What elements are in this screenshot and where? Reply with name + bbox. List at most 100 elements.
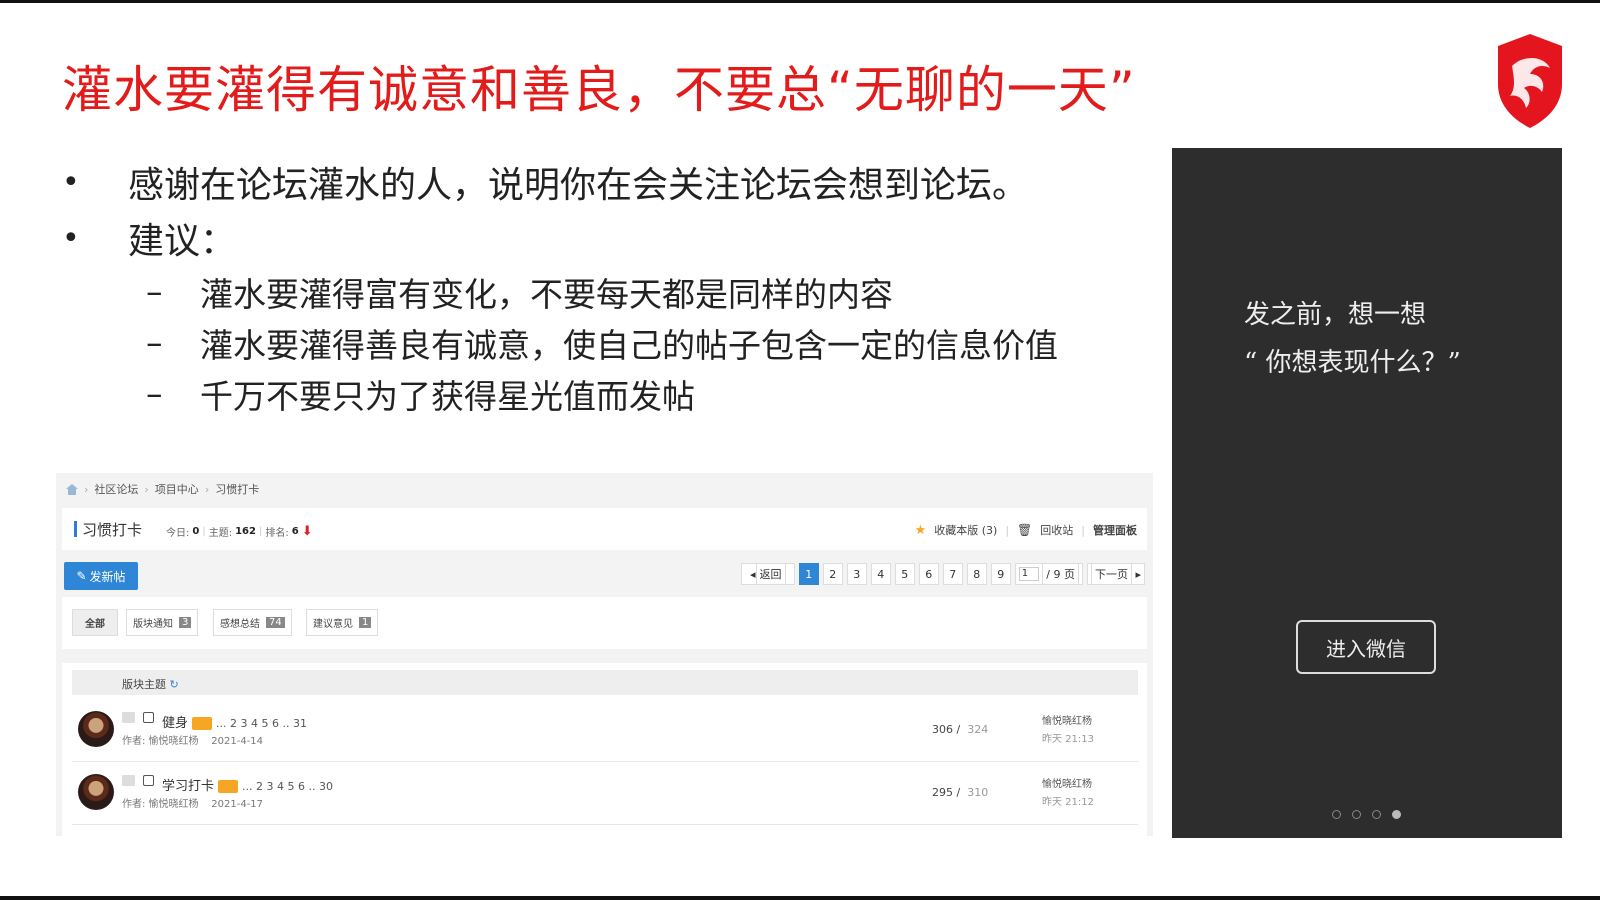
thread-pages[interactable]: ... 2 3 4 5 6 .. 31	[216, 717, 307, 730]
favorite-link[interactable]: 收藏本版 (3)	[934, 522, 997, 538]
splash-line-1: 发之前，想一想	[1244, 300, 1427, 330]
thread-meta: 作者: 愉悦晓红杨 2021-4-17	[122, 795, 263, 810]
rank-label: 排名:	[265, 528, 289, 539]
next-page-button[interactable]: 下一页 ▸	[1086, 563, 1145, 585]
filter-count: 74	[266, 617, 285, 628]
thread-title[interactable]: 学习打卡	[162, 779, 214, 794]
edit-icon: ✎	[76, 569, 87, 583]
page-button[interactable]: 7	[942, 563, 963, 585]
bullet-text: 感谢在论坛灌水的人，说明你在会关注论坛会想到论坛。	[128, 165, 1029, 206]
thread-list-header: 版块主题 ↻	[72, 670, 1138, 695]
refresh-icon[interactable]: ↻	[170, 678, 179, 691]
thread-title[interactable]: 健身	[162, 716, 188, 731]
thread-list: 版块主题 ↻ 健身 ... 2 3 4 5 6 .. 31 作者: 愉悦晓红杨 2…	[62, 663, 1147, 836]
filter-notice[interactable]: 版块通知 3	[126, 609, 199, 636]
thread-header-label: 版块主题 ↻	[122, 676, 179, 692]
topics-label: 主题:	[208, 528, 233, 539]
divider: |	[1005, 523, 1010, 537]
thread-icons	[122, 712, 154, 723]
star-icon: ★	[914, 522, 927, 538]
home-icon[interactable]	[66, 483, 78, 495]
filter-label: 版块通知	[133, 619, 173, 630]
dash-symbol: –	[146, 323, 163, 362]
filter-label: 全部	[85, 619, 105, 630]
last-post-user[interactable]: 愉悦晓红杨	[1042, 713, 1094, 731]
breadcrumb-link[interactable]: 项目中心	[155, 481, 199, 497]
thread-meta: 作者: 愉悦晓红杨 2021-4-14	[122, 732, 263, 747]
page-button[interactable]: 3	[846, 563, 867, 585]
folder-icon	[122, 775, 135, 786]
page-button[interactable]: 8	[966, 563, 987, 585]
back-label: 返回	[755, 563, 786, 585]
carousel-dot[interactable]	[1352, 810, 1361, 819]
arrow-down-icon: ⬇	[301, 524, 313, 539]
bottom-border	[0, 896, 1600, 900]
thread-icons	[122, 775, 154, 786]
table-row[interactable]: 学习打卡 ... 2 3 4 5 6 .. 30 作者: 愉悦晓红杨 2021-4…	[72, 762, 1138, 825]
view-count: 310	[967, 786, 989, 799]
page-jump: 1 / 9 页	[1014, 563, 1083, 585]
page-button[interactable]: 1	[798, 563, 819, 585]
section-stats: 今日: 0 | 主题: 162 | 排名: 6 ⬇	[166, 524, 313, 539]
bullet-text: 建议：	[128, 221, 237, 262]
last-post-time[interactable]: 昨天 21:12	[1042, 794, 1094, 812]
page-total: / 9 页	[1042, 563, 1079, 585]
thread-title-line: 健身 ... 2 3 4 5 6 .. 31	[162, 712, 307, 731]
filter-label: 感想总结	[220, 619, 260, 630]
section-actions: ★ 收藏本版 (3) | 🗑 回收站 | 管理面板	[915, 522, 1137, 538]
sub-bullet-item: – 千万不要只为了获得星光值而发帖	[62, 368, 1152, 419]
table-row[interactable]: 健身 ... 2 3 4 5 6 .. 31 作者: 愉悦晓红杨 2021-4-1…	[72, 699, 1138, 762]
page-button[interactable]: 5	[894, 563, 915, 585]
divider: |	[258, 526, 263, 537]
breadcrumb-link[interactable]: 社区论坛	[94, 481, 138, 497]
thread-author: 作者: 愉悦晓红杨	[122, 736, 199, 747]
new-post-button[interactable]: ✎ 发新帖	[64, 562, 138, 590]
page-button[interactable]: 2	[822, 563, 843, 585]
trash-icon: 🗑	[1017, 523, 1033, 537]
bullet-symbol: •	[62, 164, 80, 200]
section-header: 习惯打卡 今日: 0 | 主题: 162 | 排名: 6 ⬇ ★ 收藏本版 (3…	[62, 508, 1147, 550]
avatar[interactable]	[78, 774, 114, 810]
dash-symbol: –	[146, 272, 163, 311]
reply-count: 295	[932, 786, 953, 799]
page-button[interactable]: 6	[918, 563, 939, 585]
recycle-link[interactable]: 回收站	[1040, 522, 1073, 538]
admin-panel-link[interactable]: 管理面板	[1093, 522, 1137, 538]
filter-all[interactable]: 全部	[72, 609, 118, 636]
carousel-dot[interactable]	[1332, 810, 1341, 819]
page-button[interactable]: 4	[870, 563, 891, 585]
filter-suggestion[interactable]: 建议意见 1	[306, 609, 379, 636]
slide-title: 灌水要灌得有诚意和善良，不要总“无聊的一天”	[62, 61, 1136, 119]
bullet-list: • 感谢在论坛灌水的人，说明你在会关注论坛会想到论坛。 • 建议： – 灌水要灌…	[62, 154, 1152, 419]
breadcrumb-link[interactable]: 习惯打卡	[215, 481, 259, 497]
filter-count: 3	[179, 617, 192, 628]
thread-header-text: 版块主题	[122, 678, 166, 691]
filter-count: 1	[359, 617, 372, 628]
page-button[interactable]: 9	[990, 563, 1011, 585]
sub-bullet-text: 灌水要灌得善良有诚意，使自己的帖子包含一定的信息价值	[200, 325, 1058, 365]
avatar[interactable]	[78, 711, 114, 747]
carousel-dot-active[interactable]	[1392, 810, 1401, 819]
thread-pages[interactable]: ... 2 3 4 5 6 .. 30	[242, 780, 333, 793]
bullet-symbol: •	[62, 220, 80, 256]
top-border	[0, 0, 1600, 3]
carousel-dot[interactable]	[1372, 810, 1381, 819]
next-label: 下一页	[1090, 563, 1132, 585]
new-post-label: 发新帖	[89, 569, 126, 584]
view-count: 324	[967, 723, 989, 736]
breadcrumb: › 社区论坛 › 项目中心 › 习惯打卡	[66, 481, 259, 497]
checkbox[interactable]	[143, 712, 154, 723]
enter-wechat-button[interactable]: 进入微信	[1296, 620, 1436, 674]
msi-dragon-shield-logo	[1498, 34, 1562, 128]
last-post-user[interactable]: 愉悦晓红杨	[1042, 776, 1094, 794]
sub-bullet-text: 千万不要只为了获得星光值而发帖	[200, 376, 695, 416]
filter-bar: 全部 版块通知 3 感想总结 74 建议意见 1	[62, 597, 1147, 649]
folder-icon	[122, 712, 135, 723]
back-button[interactable]: ◂ 返回	[740, 563, 795, 585]
last-post-time[interactable]: 昨天 21:13	[1042, 731, 1094, 749]
checkbox[interactable]	[143, 775, 154, 786]
page-input[interactable]: 1	[1018, 567, 1039, 581]
last-post: 愉悦晓红杨 昨天 21:12	[1042, 776, 1094, 812]
hot-badge-icon	[192, 717, 213, 730]
filter-summary[interactable]: 感想总结 74	[213, 609, 292, 636]
